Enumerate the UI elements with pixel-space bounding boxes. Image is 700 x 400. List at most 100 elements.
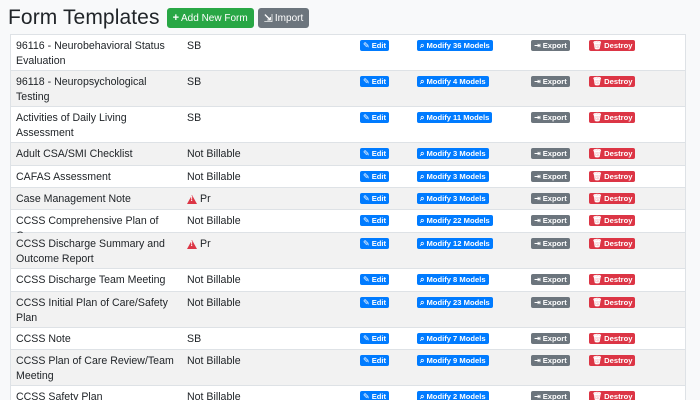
edit-button[interactable]: ✎ Edit bbox=[360, 355, 390, 366]
export-label: Export bbox=[542, 194, 567, 203]
export-icon: ⇥ bbox=[534, 77, 541, 86]
form-name: CCSS Note bbox=[16, 333, 71, 345]
edit-icon: ✎ bbox=[363, 113, 370, 122]
export-icon: ⇥ bbox=[534, 41, 541, 50]
destroy-button[interactable]: 🗑 Destroy bbox=[589, 40, 636, 51]
table-row: Adult CSA/SMI Checklist Not Billable ✎ Edit… bbox=[10, 143, 686, 166]
trash-icon: 🗑 bbox=[592, 113, 603, 122]
edit-label: Edit bbox=[371, 239, 387, 248]
modify-models-button[interactable]: ⌕ Modify 12 Models bbox=[417, 238, 493, 249]
export-button[interactable]: ⇥ Export bbox=[531, 297, 570, 308]
search-icon: ⌕ bbox=[420, 76, 425, 86]
billing-status: Pr bbox=[187, 192, 211, 207]
modify-models-label: Modify 3 Models bbox=[426, 194, 486, 203]
edit-button[interactable]: ✎ Edit bbox=[360, 171, 390, 182]
modify-models-label: Modify 12 Models bbox=[426, 239, 490, 248]
export-button[interactable]: ⇥ Export bbox=[531, 333, 570, 344]
edit-button[interactable]: ✎ Edit bbox=[360, 112, 390, 123]
destroy-button[interactable]: 🗑 Destroy bbox=[589, 215, 636, 226]
modify-models-label: Modify 7 Models bbox=[426, 334, 486, 343]
edit-button[interactable]: ✎ Edit bbox=[360, 238, 390, 249]
export-icon: ⇥ bbox=[534, 356, 541, 365]
edit-button[interactable]: ✎ Edit bbox=[360, 391, 390, 400]
add-new-form-button[interactable]: + Add New Form bbox=[166, 8, 254, 28]
edit-button[interactable]: ✎ Edit bbox=[360, 76, 390, 87]
edit-icon: ✎ bbox=[363, 216, 370, 225]
destroy-button[interactable]: 🗑 Destroy bbox=[589, 274, 636, 285]
destroy-button[interactable]: 🗑 Destroy bbox=[589, 355, 636, 366]
destroy-button[interactable]: 🗑 Destroy bbox=[589, 238, 636, 249]
form-name: CCSS Initial Plan of Care/Safety Plan bbox=[16, 297, 168, 324]
import-label: Import bbox=[274, 12, 304, 24]
modify-models-button[interactable]: ⌕ Modify 8 Models bbox=[417, 274, 489, 285]
edit-icon: ✎ bbox=[363, 392, 370, 400]
edit-button[interactable]: ✎ Edit bbox=[360, 297, 390, 308]
destroy-button[interactable]: 🗑 Destroy bbox=[589, 333, 636, 344]
modify-models-button[interactable]: ⌕ Modify 7 Models bbox=[417, 333, 489, 344]
import-button[interactable]: ⇲ Import bbox=[257, 8, 310, 28]
modify-models-button[interactable]: ⌕ Modify 11 Models bbox=[417, 112, 493, 123]
destroy-label: Destroy bbox=[604, 392, 633, 400]
billing-label: SB bbox=[187, 333, 202, 345]
edit-button[interactable]: ✎ Edit bbox=[360, 215, 390, 226]
destroy-button[interactable]: 🗑 Destroy bbox=[589, 193, 636, 204]
export-button[interactable]: ⇥ Export bbox=[531, 171, 570, 182]
export-button[interactable]: ⇥ Export bbox=[531, 391, 570, 400]
modify-models-button[interactable]: ⌕ Modify 9 Models bbox=[417, 355, 489, 366]
destroy-label: Destroy bbox=[604, 172, 633, 181]
export-button[interactable]: ⇥ Export bbox=[531, 215, 570, 226]
destroy-button[interactable]: 🗑 Destroy bbox=[589, 297, 636, 308]
modify-models-button[interactable]: ⌕ Modify 3 Models bbox=[417, 193, 489, 204]
export-label: Export bbox=[542, 41, 567, 50]
modify-models-label: Modify 3 Models bbox=[426, 172, 486, 181]
export-label: Export bbox=[542, 392, 567, 400]
modify-models-button[interactable]: ⌕ Modify 2 Models bbox=[417, 391, 489, 400]
destroy-button[interactable]: 🗑 Destroy bbox=[589, 171, 636, 182]
trash-icon: 🗑 bbox=[592, 172, 603, 181]
table-row: CCSS Initial Plan of Care/Safety Plan Not… bbox=[10, 292, 686, 328]
edit-label: Edit bbox=[371, 356, 387, 365]
billing-status: Not Billable bbox=[187, 354, 241, 369]
edit-icon: ✎ bbox=[363, 172, 370, 181]
edit-label: Edit bbox=[371, 149, 387, 158]
edit-icon: ✎ bbox=[363, 356, 370, 365]
export-button[interactable]: ⇥ Export bbox=[531, 193, 570, 204]
form-name: CCSS Safety Plan bbox=[16, 391, 103, 400]
modify-models-button[interactable]: ⌕ Modify 3 Models bbox=[417, 148, 489, 159]
export-button[interactable]: ⇥ Export bbox=[531, 355, 570, 366]
edit-button[interactable]: ✎ Edit bbox=[360, 40, 390, 51]
form-name: CCSS Discharge Summary and Outcome Repor… bbox=[16, 238, 165, 265]
billing-label: SB bbox=[187, 40, 202, 52]
export-button[interactable]: ⇥ Export bbox=[531, 148, 570, 159]
export-button[interactable]: ⇥ Export bbox=[531, 76, 570, 87]
trash-icon: 🗑 bbox=[592, 356, 603, 365]
billing-status: SB bbox=[187, 39, 201, 54]
billing-label: Not Billable bbox=[187, 391, 241, 400]
edit-button[interactable]: ✎ Edit bbox=[360, 193, 390, 204]
export-button[interactable]: ⇥ Export bbox=[531, 40, 570, 51]
modify-models-button[interactable]: ⌕ Modify 23 Models bbox=[417, 297, 493, 308]
destroy-button[interactable]: 🗑 Destroy bbox=[589, 148, 636, 159]
table-row: 96118 - Neuropsychological Testing SB ✎ Edi… bbox=[10, 71, 686, 107]
export-button[interactable]: ⇥ Export bbox=[531, 238, 570, 249]
trash-icon: 🗑 bbox=[592, 216, 603, 225]
destroy-label: Destroy bbox=[604, 356, 633, 365]
modify-models-button[interactable]: ⌕ Modify 22 Models bbox=[417, 215, 493, 226]
modify-models-button[interactable]: ⌕ Modify 4 Models bbox=[417, 76, 489, 87]
edit-button[interactable]: ✎ Edit bbox=[360, 274, 390, 285]
modify-models-button[interactable]: ⌕ Modify 3 Models bbox=[417, 171, 489, 182]
search-icon: ⌕ bbox=[420, 148, 425, 158]
destroy-button[interactable]: 🗑 Destroy bbox=[589, 112, 636, 123]
export-button[interactable]: ⇥ Export bbox=[531, 112, 570, 123]
search-icon: ⌕ bbox=[420, 355, 425, 365]
modify-models-button[interactable]: ⌕ Modify 36 Models bbox=[417, 40, 493, 51]
edit-button[interactable]: ✎ Edit bbox=[360, 148, 390, 159]
destroy-button[interactable]: 🗑 Destroy bbox=[589, 76, 636, 87]
billing-label: Not Billable bbox=[187, 215, 241, 227]
export-icon: ⇥ bbox=[534, 149, 541, 158]
edit-button[interactable]: ✎ Edit bbox=[360, 333, 390, 344]
edit-label: Edit bbox=[371, 216, 387, 225]
search-icon: ⌕ bbox=[420, 171, 425, 181]
destroy-button[interactable]: 🗑 Destroy bbox=[589, 391, 636, 400]
export-button[interactable]: ⇥ Export bbox=[531, 274, 570, 285]
